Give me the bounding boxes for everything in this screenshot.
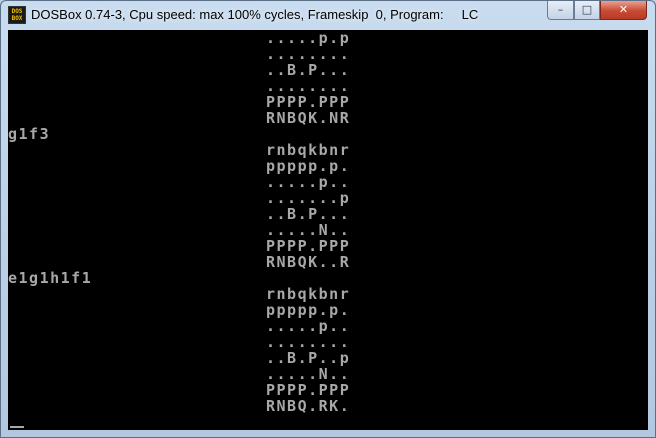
- console-line: rnbqkbnr: [266, 285, 351, 303]
- maximize-button[interactable]: □: [574, 1, 600, 20]
- dos-console[interactable]: .....p.p ........ ..B.P... ........ PPPP…: [8, 30, 648, 430]
- console-line: .....p..: [266, 317, 351, 335]
- console-line: .....N..: [266, 221, 351, 239]
- console-line: ..B.P..p: [266, 349, 351, 367]
- console-input-line: g1f3: [8, 125, 51, 143]
- console-line: ........: [266, 45, 351, 63]
- close-icon: ✕: [618, 3, 629, 16]
- dosbox-app-icon[interactable]: DOS BOX: [8, 6, 26, 24]
- console-line: .....N..: [266, 365, 351, 383]
- close-button[interactable]: ✕: [600, 1, 647, 20]
- console-line: .......p: [266, 189, 351, 207]
- console-line: PPPP.PPP: [266, 381, 351, 399]
- maximize-icon: □: [581, 3, 593, 16]
- console-line: PPPP.PPP: [266, 93, 351, 111]
- minimize-icon: –: [557, 3, 564, 16]
- console-line: ppppp.p.: [266, 157, 351, 175]
- console-line: RNBQK..R: [266, 253, 351, 271]
- minimize-button[interactable]: –: [547, 1, 574, 20]
- dosbox-window: DOS BOX DOSBox 0.74-3, Cpu speed: max 10…: [0, 0, 656, 438]
- window-title: DOSBox 0.74-3, Cpu speed: max 100% cycle…: [31, 7, 479, 22]
- title-bar[interactable]: DOS BOX DOSBox 0.74-3, Cpu speed: max 10…: [1, 1, 655, 29]
- console-line: .....p.p: [266, 30, 351, 47]
- console-input-line: e1g1h1f1: [8, 269, 93, 287]
- console-line: ........: [266, 77, 351, 95]
- text-cursor: [10, 426, 24, 428]
- console-line: ppppp.p.: [266, 301, 351, 319]
- console-line: RNBQ.RK.: [266, 397, 351, 415]
- console-line: RNBQK.NR: [266, 109, 351, 127]
- console-line: PPPP.PPP: [266, 237, 351, 255]
- console-line: ..B.P...: [266, 205, 351, 223]
- console-line: .....p..: [266, 173, 351, 191]
- console-line: ..B.P...: [266, 61, 351, 79]
- console-line: rnbqkbnr: [266, 141, 351, 159]
- console-line: ........: [266, 333, 351, 351]
